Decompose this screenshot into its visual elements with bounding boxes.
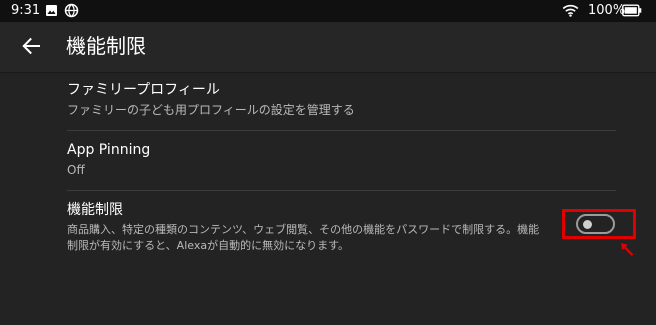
family-profile-subtitle: ファミリーの子ども用プロフィールの設定を管理する: [67, 103, 355, 117]
page-title: 機能制限: [66, 34, 146, 58]
back-button[interactable]: [14, 31, 48, 61]
restrictions-description: 商品購入、特定の種類のコンテンツ、ウェブ閲覧、その他の機能をパスワードで制限する…: [67, 222, 545, 254]
app-pinning-title: App Pinning: [67, 142, 151, 158]
battery-icon: [622, 4, 642, 17]
restrictions-title: 機能制限: [67, 202, 123, 218]
battery-percent: 100%: [588, 3, 626, 18]
settings-list: ファミリープロフィール ファミリーの子ども用プロフィールの設定を管理する App…: [0, 73, 656, 325]
family-profile-item[interactable]: ファミリープロフィール ファミリーの子ども用プロフィールの設定を管理する: [67, 80, 617, 125]
divider: [67, 130, 616, 131]
family-profile-title: ファミリープロフィール: [67, 82, 220, 98]
app-pinning-status: Off: [67, 163, 85, 177]
status-time: 9:31: [11, 3, 41, 18]
restrictions-description-line-1: 商品購入、特定の種類のコンテンツ、ウェブ閲覧、その他の機能をパスワードで制限する…: [67, 223, 540, 236]
arrow-pointer-icon: [618, 240, 640, 262]
restrictions-description-line-2: 制限が有効にすると、Alexaが自動的に無効になります。: [67, 239, 349, 252]
status-bar: 9:31 100%: [0, 0, 656, 22]
app-pinning-item[interactable]: App Pinning Off: [67, 140, 617, 190]
globe-icon: [64, 3, 79, 18]
gallery-icon: [45, 4, 58, 17]
arrow-left-icon: [22, 37, 40, 55]
toggle-knob: [583, 220, 592, 229]
restrictions-item[interactable]: 機能制限 商品購入、特定の種類のコンテンツ、ウェブ閲覧、その他の機能をパスワード…: [67, 200, 617, 260]
divider: [67, 190, 616, 191]
wifi-icon: [562, 4, 579, 17]
restrictions-toggle[interactable]: [576, 214, 615, 234]
app-bar: 機能制限: [0, 22, 656, 73]
